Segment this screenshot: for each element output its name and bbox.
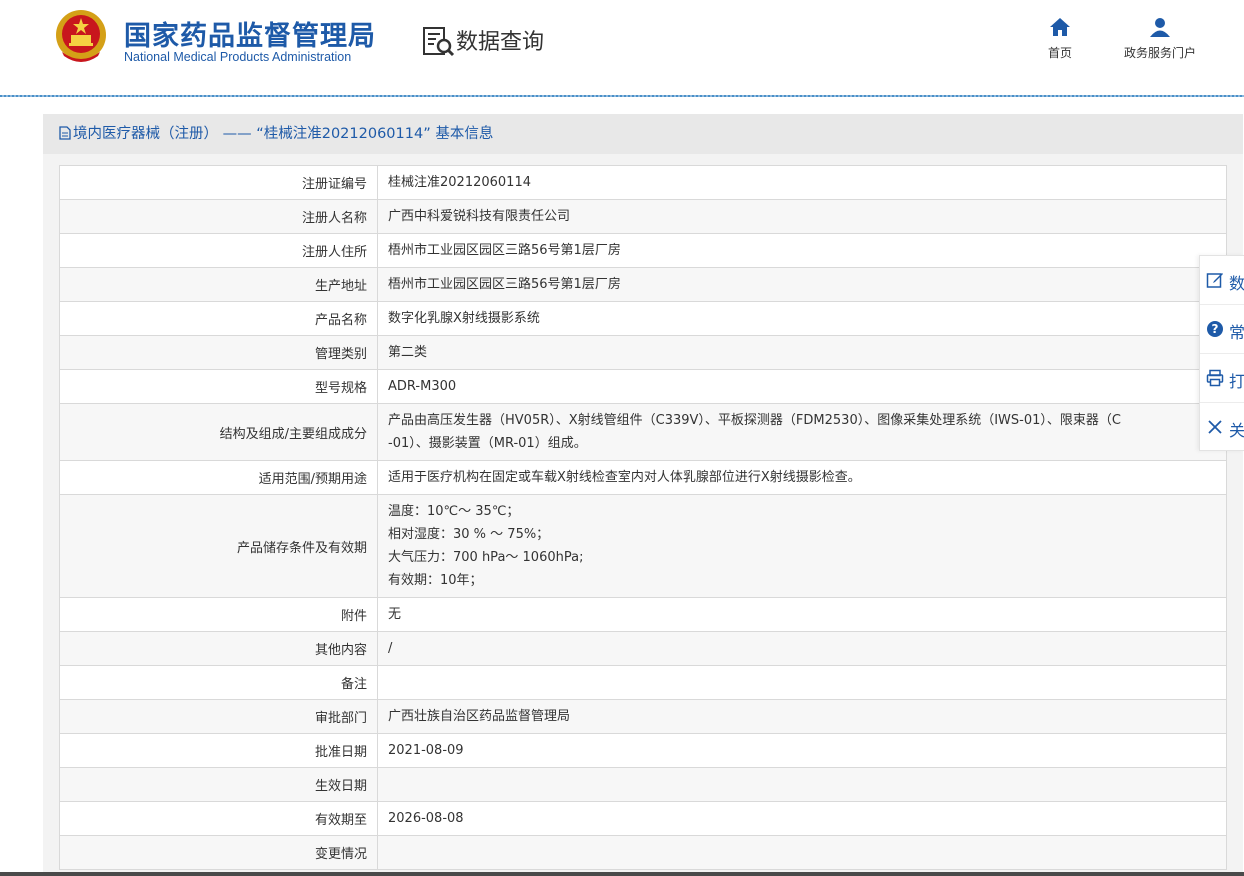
row-value: 温度：10℃～ 35℃； 相对湿度：30 % ～ 75%； 大气压力：700 h… (377, 494, 1227, 598)
float-close-button[interactable]: 关 (1200, 403, 1244, 452)
row-value (377, 835, 1227, 870)
nav-home-label: 首页 (1047, 46, 1072, 60)
table-row: 生产地址 梧州市工业园区园区三路56号第1层厂房 (59, 267, 1227, 302)
float-faq-button[interactable]: ? 常 (1200, 305, 1244, 354)
nav-service-portal[interactable]: 政务服务门户 (1112, 16, 1208, 61)
row-value: 无 (377, 597, 1227, 632)
table-row: 批准日期 2021-08-09 (59, 733, 1227, 768)
table-row: 有效期至 2026-08-08 (59, 801, 1227, 836)
row-value-line: 产品由高压发生器（HV05R）、X射线管组件（C339V）、平板探测器（FDM2… (388, 413, 1121, 428)
site-header: 国家药品监督管理局 National Medical Products Admi… (0, 0, 1244, 96)
table-row: 注册人名称 广西中科爱锐科技有限责任公司 (59, 199, 1227, 234)
float-print-label: 打 (1229, 372, 1244, 391)
window-bottom-edge (0, 872, 1244, 876)
site-subtitle: National Medical Products Administration (124, 50, 352, 64)
detail-panel: 境内医疗器械（注册） —— “桂械注准20212060114” 基本信息 注册证… (43, 114, 1243, 876)
row-value: 2026-08-08 (377, 801, 1227, 836)
float-faq-label: 常 (1229, 323, 1244, 342)
row-value-line: -01）、摄影装置（MR-01）组成。 (388, 436, 587, 451)
close-icon (1208, 420, 1222, 434)
row-key: 结构及组成/主要组成成分 (59, 403, 378, 461)
row-value: 梧州市工业园区园区三路56号第1层厂房 (377, 233, 1227, 268)
row-key: 审批部门 (59, 699, 378, 734)
row-key: 注册人名称 (59, 199, 378, 234)
svg-text:?: ? (1212, 322, 1219, 336)
row-value: 2021-08-09 (377, 733, 1227, 768)
row-key: 产品储存条件及有效期 (59, 494, 378, 598)
row-value: 桂械注准20212060114 (377, 165, 1227, 200)
row-key: 批准日期 (59, 733, 378, 768)
float-print-button[interactable]: 打 (1200, 354, 1244, 403)
row-value: 梧州市工业园区园区三路56号第1层厂房 (377, 267, 1227, 302)
row-key: 生产地址 (59, 267, 378, 302)
row-key: 注册证编号 (59, 165, 378, 200)
row-value: 第二类 (377, 335, 1227, 370)
row-key: 型号规格 (59, 369, 378, 404)
user-icon (1150, 18, 1170, 37)
row-value (377, 665, 1227, 700)
row-key: 注册人住所 (59, 233, 378, 268)
data-query-label: 数据查询 (456, 30, 545, 55)
float-data-button[interactable]: 数 (1200, 256, 1244, 305)
float-close-label: 关 (1229, 421, 1244, 440)
panel-title-text: 境内医疗器械（注册） —— “桂械注准20212060114” 基本信息 (73, 126, 494, 142)
home-icon (1050, 18, 1070, 36)
table-row: 结构及组成/主要组成成分 产品由高压发生器（HV05R）、X射线管组件（C339… (59, 403, 1227, 461)
row-key: 附件 (59, 597, 378, 632)
floating-toolbar: 数 ? 常 打 关 (1199, 255, 1244, 451)
help-icon: ? (1207, 321, 1223, 337)
row-value: 广西中科爱锐科技有限责任公司 (377, 199, 1227, 234)
row-value-line: 相对湿度：30 % ～ 75%； (388, 527, 550, 542)
panel-title: 境内医疗器械（注册） —— “桂械注准20212060114” 基本信息 (43, 114, 1243, 154)
header-divider (0, 95, 1244, 97)
nav-home[interactable]: 首页 (1042, 16, 1078, 61)
table-row: 管理类别 第二类 (59, 335, 1227, 370)
national-emblem-icon (56, 10, 106, 62)
row-key: 其他内容 (59, 631, 378, 666)
table-row: 产品储存条件及有效期 温度：10℃～ 35℃； 相对湿度：30 % ～ 75%；… (59, 494, 1227, 598)
row-value-line: 大气压力：700 hPa～ 1060hPa; (388, 550, 584, 565)
row-key: 适用范围/预期用途 (59, 460, 378, 495)
float-data-label: 数 (1229, 274, 1244, 293)
table-row: 变更情况 (59, 835, 1227, 870)
document-icon (59, 126, 71, 140)
table-row: 型号规格 ADR-M300 (59, 369, 1227, 404)
table-row: 适用范围/预期用途 适用于医疗机构在固定或车载X射线检查室内对人体乳腺部位进行X… (59, 460, 1227, 495)
row-key: 备注 (59, 665, 378, 700)
site-title: 国家药品监督管理局 (124, 21, 376, 52)
nav-portal-label: 政务服务门户 (1123, 46, 1196, 60)
table-row: 备注 (59, 665, 1227, 700)
row-key: 管理类别 (59, 335, 378, 370)
data-query-icon (423, 27, 455, 57)
row-value: 数字化乳腺X射线摄影系统 (377, 301, 1227, 336)
edit-icon (1206, 273, 1223, 288)
table-row: 附件 无 (59, 597, 1227, 632)
row-value-line: 有效期：10年； (388, 573, 483, 588)
row-value-line: 温度：10℃～ 35℃； (388, 504, 520, 519)
row-key: 产品名称 (59, 301, 378, 336)
row-value: 产品由高压发生器（HV05R）、X射线管组件（C339V）、平板探测器（FDM2… (377, 403, 1227, 461)
table-row: 其他内容 / (59, 631, 1227, 666)
row-value: ADR-M300 (377, 369, 1227, 404)
row-key: 变更情况 (59, 835, 378, 870)
table-row: 生效日期 (59, 767, 1227, 802)
print-icon (1206, 369, 1224, 387)
row-value: 适用于医疗机构在固定或车载X射线检查室内对人体乳腺部位进行X射线摄影检查。 (377, 460, 1227, 495)
table-row: 产品名称 数字化乳腺X射线摄影系统 (59, 301, 1227, 336)
row-value: / (377, 631, 1227, 666)
row-key: 生效日期 (59, 767, 378, 802)
table-row: 注册人住所 梧州市工业园区园区三路56号第1层厂房 (59, 233, 1227, 268)
row-value (377, 767, 1227, 802)
info-table: 注册证编号 桂械注准20212060114 注册人名称 广西中科爱锐科技有限责任… (59, 165, 1227, 870)
table-row: 注册证编号 桂械注准20212060114 (59, 165, 1227, 200)
table-row: 审批部门 广西壮族自治区药品监督管理局 (59, 699, 1227, 734)
row-key: 有效期至 (59, 801, 378, 836)
row-value: 广西壮族自治区药品监督管理局 (377, 699, 1227, 734)
